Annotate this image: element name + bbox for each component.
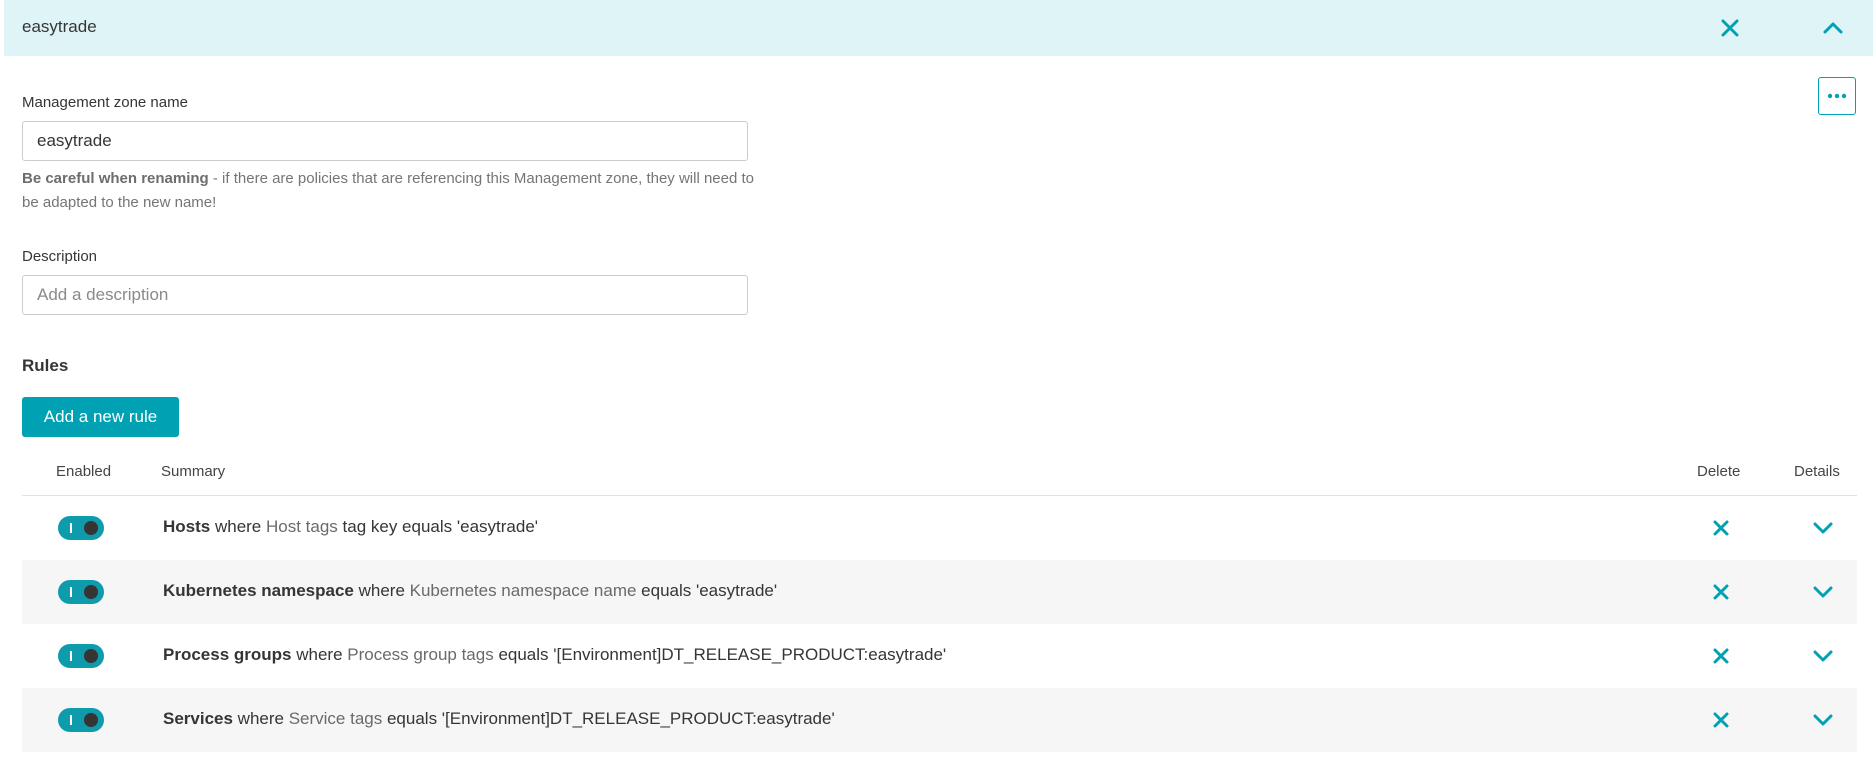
name-label: Management zone name [22,94,188,111]
table-row: Process groups where Process group tags … [22,624,1857,688]
close-icon [1713,584,1729,600]
close-icon [1713,712,1729,728]
column-header-details: Details [1794,463,1840,480]
rule-condition: equals 'easytrade' [636,581,778,600]
rule-attribute: Kubernetes namespace name [409,581,637,600]
rule-condition: tag key equals 'easytrade' [337,517,539,536]
column-header-summary: Summary [161,463,226,480]
rules-title: Rules [22,356,69,375]
add-rule-button[interactable]: Add a new rule [22,397,179,437]
expand-rule-details-button[interactable] [1809,515,1837,541]
rule-entity: Kubernetes namespace [163,581,354,600]
rule-attribute: Process group tags [347,645,494,664]
rule-where: where [232,709,289,728]
expand-rule-details-button[interactable] [1809,643,1837,669]
close-icon [1713,648,1729,664]
rule-entity: Process groups [163,645,292,664]
rule-summary: Services where Service tags equals '[Env… [163,709,835,729]
table-row: Kubernetes namespace where Kubernetes na… [22,560,1857,624]
settings-item-header[interactable]: easytrade [4,0,1873,56]
item-title: easytrade [22,17,97,36]
rule-condition: equals '[Environment]DT_RELEASE_PRODUCT:… [493,645,947,664]
rule-summary: Hosts where Host tags tag key equals 'ea… [163,517,538,537]
rule-entity: Hosts [163,517,211,536]
delete-rule-button[interactable] [1708,707,1734,733]
rename-warning: Be careful when renaming - if there are … [22,167,762,215]
rename-warning-bold: Be careful when renaming [22,170,209,187]
rule-condition: equals '[Environment]DT_RELEASE_PRODUCT:… [382,709,835,728]
rule-enabled-toggle[interactable] [58,644,104,668]
table-row: Services where Service tags equals '[Env… [22,688,1857,752]
description-label: Description [22,248,98,265]
rule-attribute: Service tags [288,709,383,728]
close-icon [1713,520,1729,536]
rule-entity: Services [163,709,233,728]
collapse-item-button[interactable] [1817,12,1849,44]
rule-summary: Kubernetes namespace where Kubernetes na… [163,581,777,601]
rule-enabled-toggle[interactable] [58,580,104,604]
column-header-enabled: Enabled [56,463,112,480]
expand-rule-details-button[interactable] [1809,707,1837,733]
table-row: Hosts where Host tags tag key equals 'ea… [22,496,1857,560]
zone-name-input[interactable] [22,121,748,161]
delete-rule-button[interactable] [1708,579,1734,605]
column-header-delete: Delete [1697,463,1741,480]
remove-item-button[interactable] [1714,12,1746,44]
chevron-down-icon [1813,586,1833,598]
rule-enabled-toggle[interactable] [58,516,104,540]
more-actions-button[interactable] [1818,77,1856,115]
more-horizontal-icon [1827,93,1847,99]
chevron-down-icon [1813,522,1833,534]
expand-rule-details-button[interactable] [1809,579,1837,605]
close-icon [1721,19,1739,37]
rule-where: where [291,645,348,664]
rule-attribute: Host tags [265,517,338,536]
rule-enabled-toggle[interactable] [58,708,104,732]
chevron-up-icon [1823,22,1843,34]
rule-summary: Process groups where Process group tags … [163,645,946,665]
delete-rule-button[interactable] [1708,643,1734,669]
delete-rule-button[interactable] [1708,515,1734,541]
rule-where: where [353,581,410,600]
description-input[interactable] [22,275,748,315]
chevron-down-icon [1813,714,1833,726]
rule-where: where [210,517,266,536]
chevron-down-icon [1813,650,1833,662]
